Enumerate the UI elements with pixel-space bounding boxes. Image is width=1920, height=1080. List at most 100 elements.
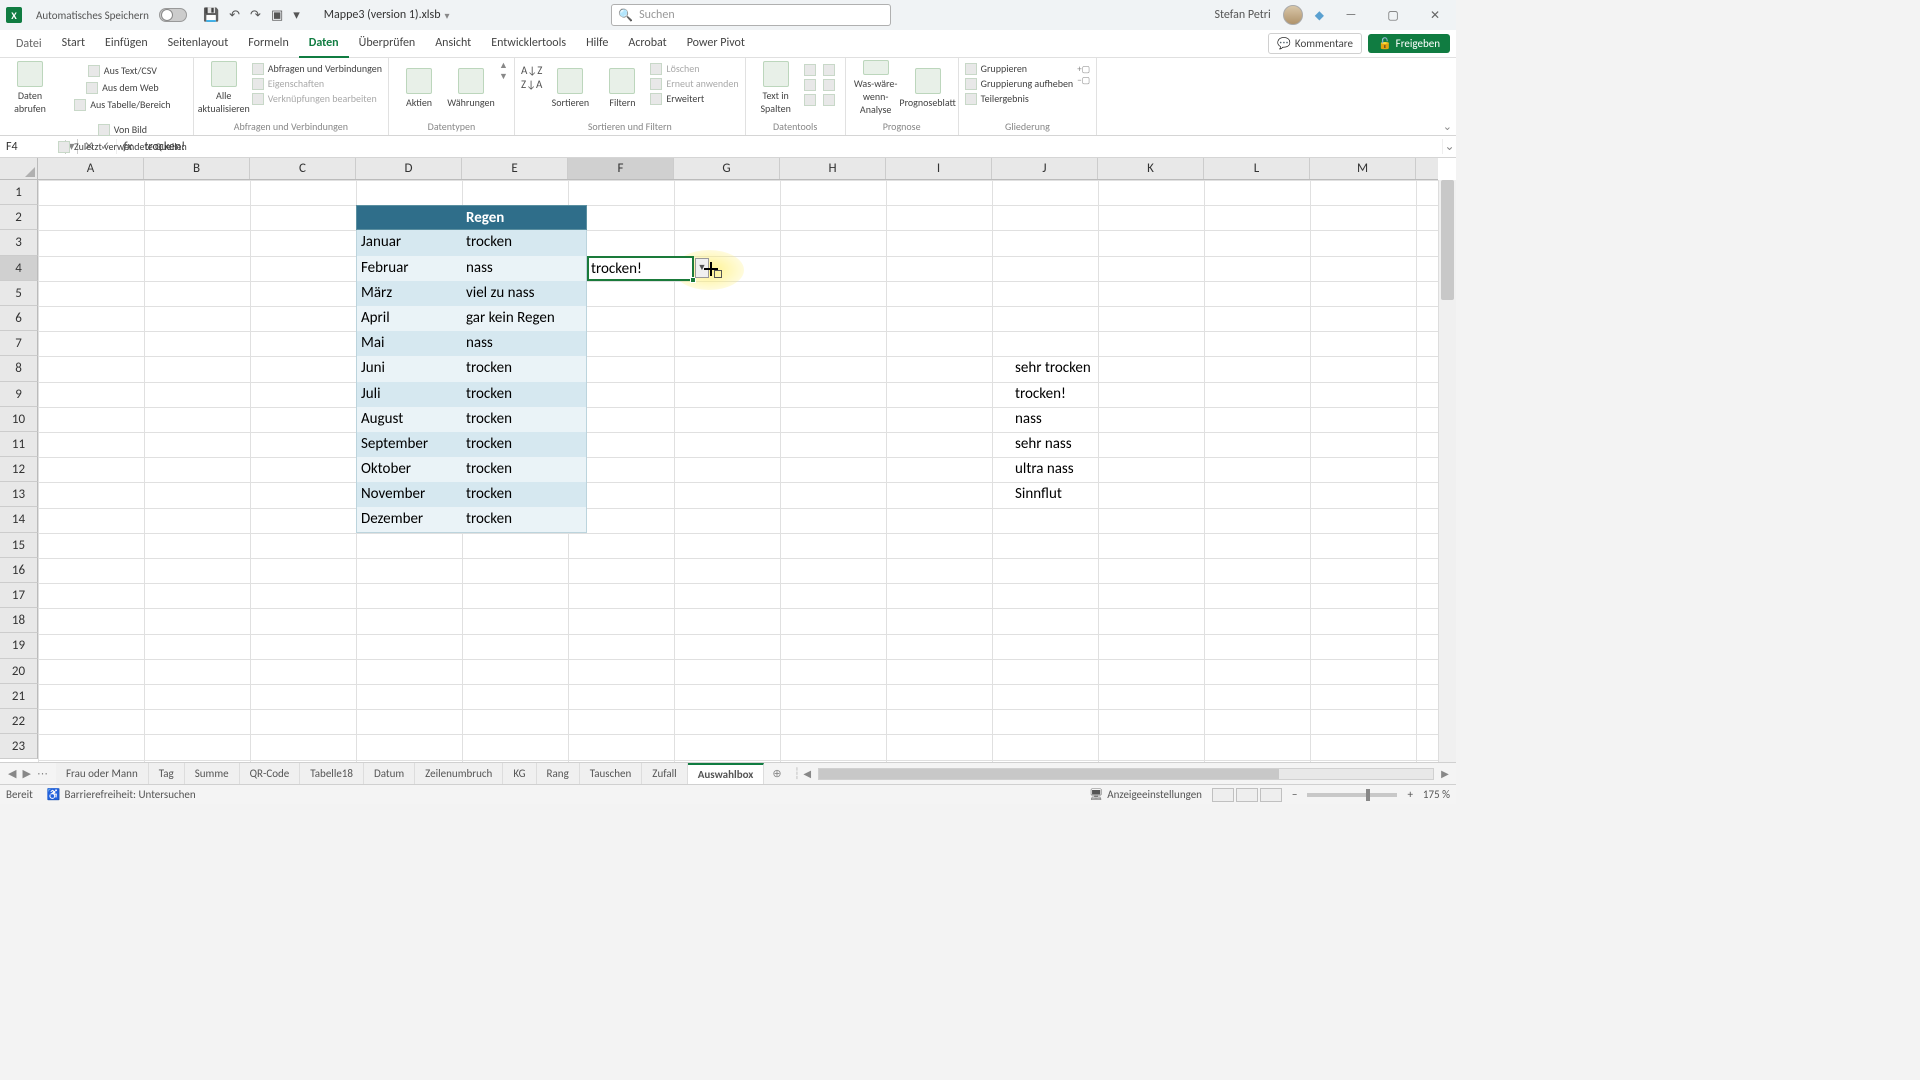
col-header[interactable]: D [356, 158, 462, 179]
filename-label[interactable]: Mappe3 (version 1).xlsb▾ [324, 8, 450, 22]
tab-start[interactable]: Start [52, 30, 95, 58]
row-header[interactable]: 21 [0, 684, 38, 709]
sheet-tab[interactable]: Zeilenumbruch [415, 763, 503, 784]
splitter-icon[interactable]: ┆ [794, 767, 801, 780]
search-input[interactable]: 🔍 Suchen [611, 4, 891, 26]
ribbon-item[interactable]: Von Bild [98, 123, 147, 136]
ribbon-item[interactable]: Abfragen und Verbindungen [252, 62, 382, 75]
save-icon[interactable]: 💾 [203, 8, 219, 23]
table-row[interactable]: Märzviel zu nass [356, 281, 587, 306]
horizontal-scrollbar[interactable] [818, 768, 1434, 780]
zoom-level[interactable]: 175 % [1423, 788, 1450, 801]
table-row[interactable]: Oktobertrocken [356, 457, 587, 482]
table-row[interactable]: Novembertrocken [356, 482, 587, 507]
autosave-toggle[interactable] [159, 8, 187, 22]
column-headers[interactable]: ABCDEFGHIJKLM [38, 158, 1438, 180]
data-val-icon[interactable] [804, 79, 816, 91]
consolidate-icon[interactable] [823, 79, 835, 91]
sheet-tab[interactable]: Auswahlbox [688, 763, 765, 784]
maximize-button[interactable]: ▢ [1378, 8, 1408, 23]
flash-fill-icon[interactable] [804, 64, 816, 76]
username-label[interactable]: Stefan Petri [1214, 8, 1270, 22]
list-item[interactable]: trocken! [1013, 382, 1091, 407]
row-header[interactable]: 4 [0, 256, 38, 281]
forecast-button[interactable]: Prognoseblatt [904, 60, 952, 116]
sheet-tab[interactable]: Tauschen [580, 763, 643, 784]
tab-ansicht[interactable]: Ansicht [425, 30, 481, 58]
col-header[interactable]: I [886, 158, 992, 179]
row-header[interactable]: 22 [0, 709, 38, 734]
tab-formeln[interactable]: Formeln [238, 30, 298, 58]
row-header[interactable]: 19 [0, 633, 38, 658]
col-header[interactable]: A [38, 158, 144, 179]
minimize-button[interactable]: — [1336, 8, 1366, 22]
row-header[interactable]: 8 [0, 356, 38, 381]
sort-desc-icon[interactable]: Z↓A [521, 78, 542, 91]
zoom-in-icon[interactable]: + [1407, 788, 1412, 801]
view-normal-icon[interactable] [1212, 788, 1234, 802]
ribbon-item[interactable]: Zuletzt verwendete Quellen [58, 140, 187, 153]
avatar[interactable] [1283, 5, 1303, 25]
list-item[interactable]: sehr nass [1013, 432, 1091, 457]
undo-icon[interactable]: ↶ [229, 8, 240, 23]
table-row[interactable]: Mainass [356, 331, 587, 356]
table-row[interactable]: Septembertrocken [356, 432, 587, 457]
get-data-button[interactable]: Daten abrufen [6, 60, 54, 116]
list-item[interactable]: ultra nass [1013, 457, 1091, 482]
row-header[interactable]: 17 [0, 583, 38, 608]
redo-icon[interactable]: ↷ [250, 8, 261, 23]
tab-daten[interactable]: Daten [299, 30, 349, 58]
col-header[interactable]: B [144, 158, 250, 179]
stocks-button[interactable]: Aktien [395, 60, 443, 116]
table-row[interactable]: Augusttrocken [356, 407, 587, 432]
select-all-corner[interactable] [0, 158, 38, 180]
sheet-tab[interactable]: Frau oder Mann [56, 763, 149, 784]
list-item[interactable]: nass [1013, 407, 1091, 432]
table-row[interactable]: Aprilgar kein Regen [356, 306, 587, 331]
currencies-button[interactable]: Währungen [447, 60, 495, 116]
view-break-icon[interactable] [1260, 788, 1282, 802]
sheet-tab[interactable]: Summe [185, 763, 240, 784]
sheet-tab[interactable]: Rang [537, 763, 580, 784]
tab-acrobat[interactable]: Acrobat [618, 30, 676, 58]
diamond-icon[interactable]: ◆ [1315, 8, 1324, 23]
tab-file[interactable]: Datei [6, 31, 52, 57]
row-header[interactable]: 12 [0, 457, 38, 482]
vertical-scrollbar[interactable] [1438, 180, 1456, 762]
row-header[interactable]: 9 [0, 382, 38, 407]
row-header[interactable]: 18 [0, 608, 38, 633]
text-to-columns-button[interactable]: Text in Spalten [752, 60, 800, 116]
view-layout-icon[interactable] [1236, 788, 1258, 802]
zoom-out-icon[interactable]: − [1292, 788, 1297, 801]
table-row[interactable]: Januartrocken [356, 230, 587, 255]
sort-button[interactable]: Sortieren [546, 60, 594, 116]
new-sheet-button[interactable]: ⊕ [764, 767, 789, 780]
selected-cell[interactable]: trocken! [587, 256, 694, 281]
data-model-icon[interactable] [823, 94, 835, 106]
col-header[interactable]: H [780, 158, 886, 179]
formula-input[interactable]: trocken! [138, 140, 1442, 154]
row-headers[interactable]: 1234567891011121314151617181920212223 [0, 180, 38, 762]
row-header[interactable]: 20 [0, 659, 38, 684]
status-accessibility[interactable]: Barrierefreiheit: Untersuchen [65, 788, 196, 801]
sheet-tab[interactable]: QR-Code [240, 763, 301, 784]
row-header[interactable]: 2 [0, 205, 38, 230]
qat-more-icon[interactable]: ▾ [293, 8, 300, 23]
table-row[interactable]: Februarnass [356, 256, 587, 281]
formula-expand-icon[interactable]: ⌄ [1442, 139, 1456, 154]
table-row[interactable]: Junitrocken [356, 356, 587, 381]
col-header[interactable]: K [1098, 158, 1204, 179]
row-header[interactable]: 5 [0, 281, 38, 306]
ribbon-item[interactable]: Aus Text/CSV [88, 64, 157, 77]
col-header[interactable]: L [1204, 158, 1310, 179]
col-header[interactable]: J [992, 158, 1098, 179]
sheet-tab[interactable]: Zufall [642, 763, 687, 784]
tab-überprüfen[interactable]: Überprüfen [349, 30, 426, 58]
table-row[interactable]: Dezembertrocken [356, 507, 587, 532]
hscroll-left-icon[interactable]: ◀ [800, 767, 814, 780]
hscroll-right-icon[interactable]: ▶ [1438, 767, 1452, 780]
zoom-slider[interactable] [1307, 793, 1397, 797]
row-header[interactable]: 16 [0, 558, 38, 583]
row-header[interactable]: 3 [0, 230, 38, 255]
row-header[interactable]: 1 [0, 180, 38, 205]
